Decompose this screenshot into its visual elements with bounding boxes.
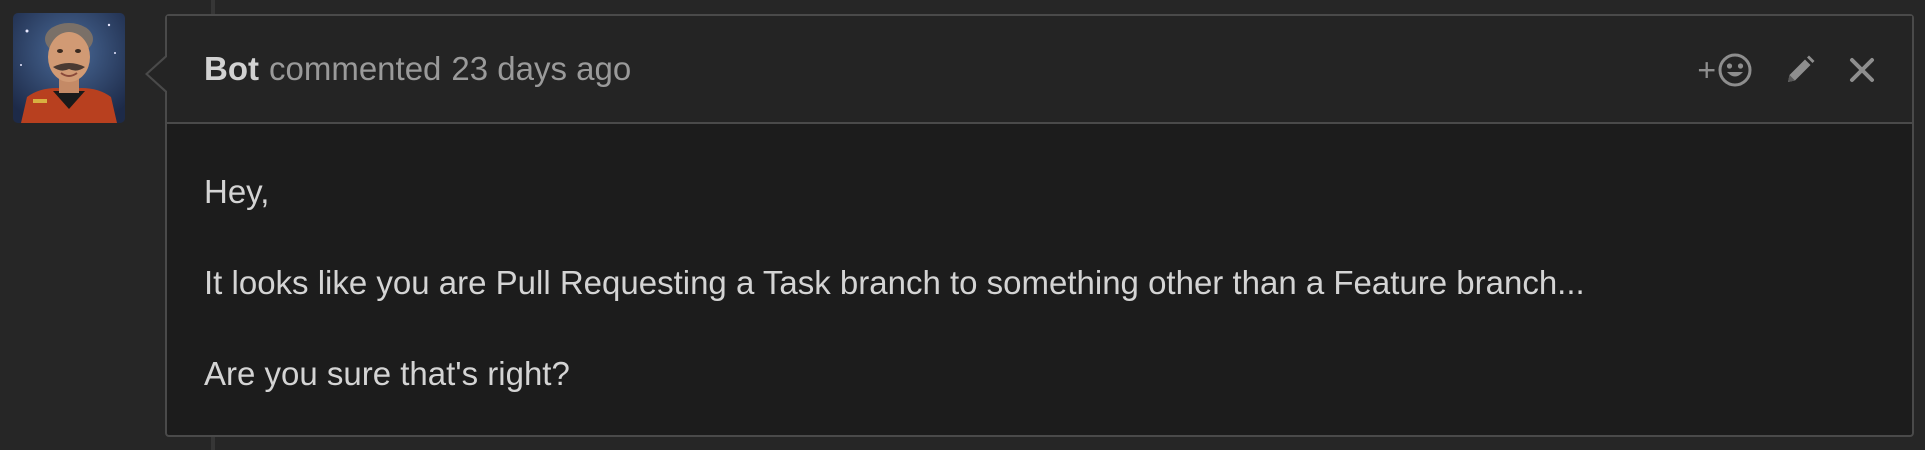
comment-body: Hey, It looks like you are Pull Requesti… [167, 124, 1912, 397]
add-reaction-button[interactable]: + [1697, 53, 1752, 87]
smiley-icon [1718, 53, 1752, 87]
avatar[interactable] [13, 13, 125, 123]
comment-pointer-fill [148, 56, 168, 92]
close-icon [1850, 58, 1874, 82]
comment-action-text: commented [268, 50, 442, 87]
edit-comment-button[interactable] [1784, 54, 1816, 86]
comment-body-line: Are you sure that's right? [204, 355, 570, 392]
pencil-icon [1788, 55, 1815, 82]
avatar-image [13, 13, 125, 123]
comment-body-line: Hey, [204, 173, 270, 210]
reaction-plus-label: + [1697, 52, 1716, 88]
delete-comment-button[interactable] [1848, 56, 1876, 84]
comment-header: Bot commented 23 days ago + [167, 16, 1912, 124]
comment-author[interactable]: Bot [204, 50, 259, 88]
comment-timestamp[interactable]: 23 days ago [451, 50, 631, 88]
comment-body-line: It looks like you are Pull Requesting a … [204, 264, 1585, 301]
comment-box: Bot commented 23 days ago + Hey, It look… [145, 14, 1914, 437]
comment-actions: + [1697, 16, 1876, 124]
